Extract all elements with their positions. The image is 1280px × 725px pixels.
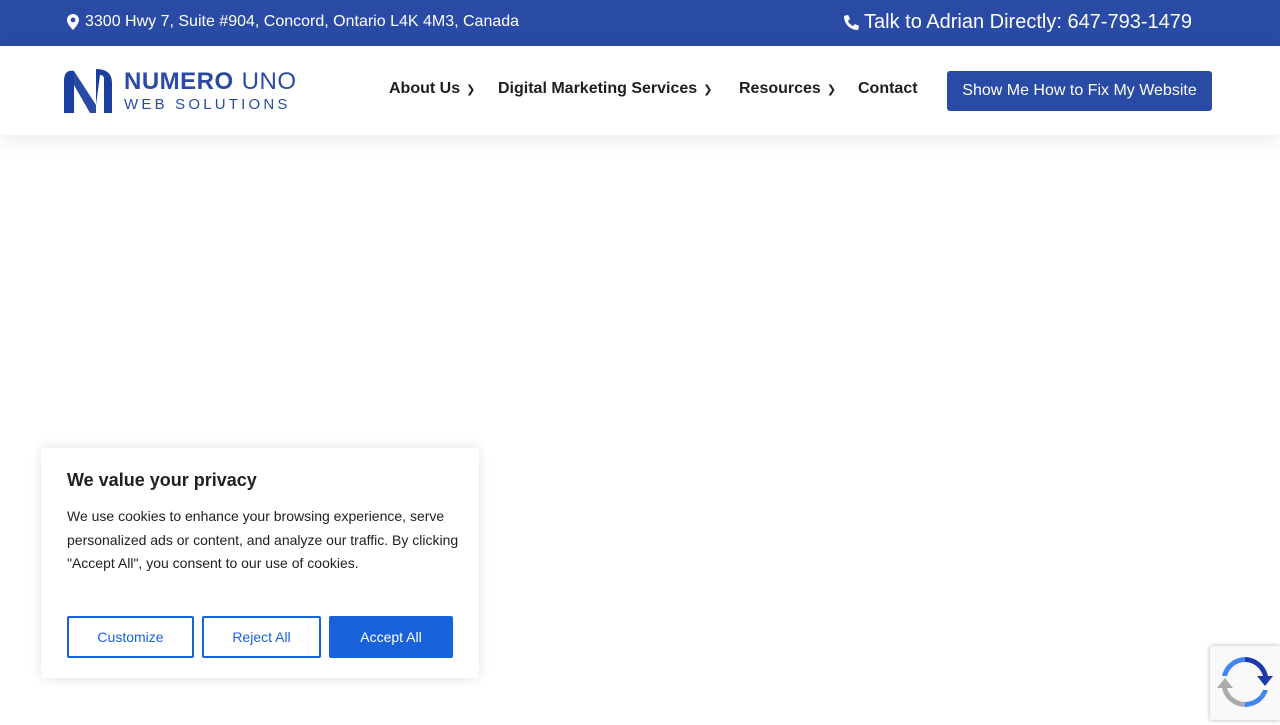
chevron-down-icon: ❯ [703, 83, 713, 96]
nav-about-us-label: About Us [389, 80, 461, 97]
top-bar: 3300 Hwy 7, Suite #904, Concord, Ontario… [0, 0, 1280, 46]
recaptcha-badge[interactable] [1210, 646, 1280, 720]
logo-wordmark: NUMERO UNO WEB SOLUTIONS [124, 68, 297, 113]
fix-my-website-button[interactable]: Show Me How to Fix My Website [947, 71, 1212, 111]
accept-all-button[interactable]: Accept All [329, 616, 453, 658]
phone-link[interactable]: Talk to Adrian Directly: 647-793-1479 [844, 11, 1192, 34]
nav-resources[interactable]: Resources ❯ [739, 80, 836, 98]
logo-mark-icon [64, 69, 112, 113]
address-text: 3300 Hwy 7, Suite #904, Concord, Ontario… [85, 13, 520, 30]
nav-digital-marketing-services[interactable]: Digital Marketing Services ❯ [498, 80, 712, 98]
map-marker-icon [67, 14, 79, 30]
nav-contact[interactable]: Contact [858, 80, 918, 98]
logo-tagline: WEB SOLUTIONS [124, 96, 291, 113]
nav-about-us[interactable]: About Us ❯ [389, 80, 475, 98]
site-logo[interactable]: NUMERO UNO WEB SOLUTIONS [60, 65, 300, 117]
nav-contact-label: Contact [858, 80, 918, 97]
customize-button[interactable]: Customize [67, 616, 194, 658]
logo-text-uno: UNO [241, 68, 297, 95]
main-navbar: NUMERO UNO WEB SOLUTIONS About Us ❯ Digit… [0, 46, 1280, 135]
cookie-consent-banner: We value your privacy We use cookies to … [41, 448, 479, 678]
nav-resources-label: Resources [739, 80, 821, 97]
address[interactable]: 3300 Hwy 7, Suite #904, Concord, Ontario… [67, 13, 519, 31]
cookie-title: We value your privacy [67, 470, 257, 490]
chevron-down-icon: ❯ [826, 83, 837, 96]
nav-services-label: Digital Marketing Services [498, 80, 698, 97]
cookie-message: We use cookies to enhance your browsing … [67, 508, 459, 571]
recaptcha-icon [1217, 657, 1273, 708]
phone-text: Talk to Adrian Directly: 647-793-1479 [864, 11, 1192, 33]
chevron-down-icon: ❯ [466, 83, 476, 96]
logo-text-numero: NUMERO [124, 68, 234, 95]
reject-all-button[interactable]: Reject All [202, 616, 321, 658]
phone-icon [844, 15, 860, 30]
